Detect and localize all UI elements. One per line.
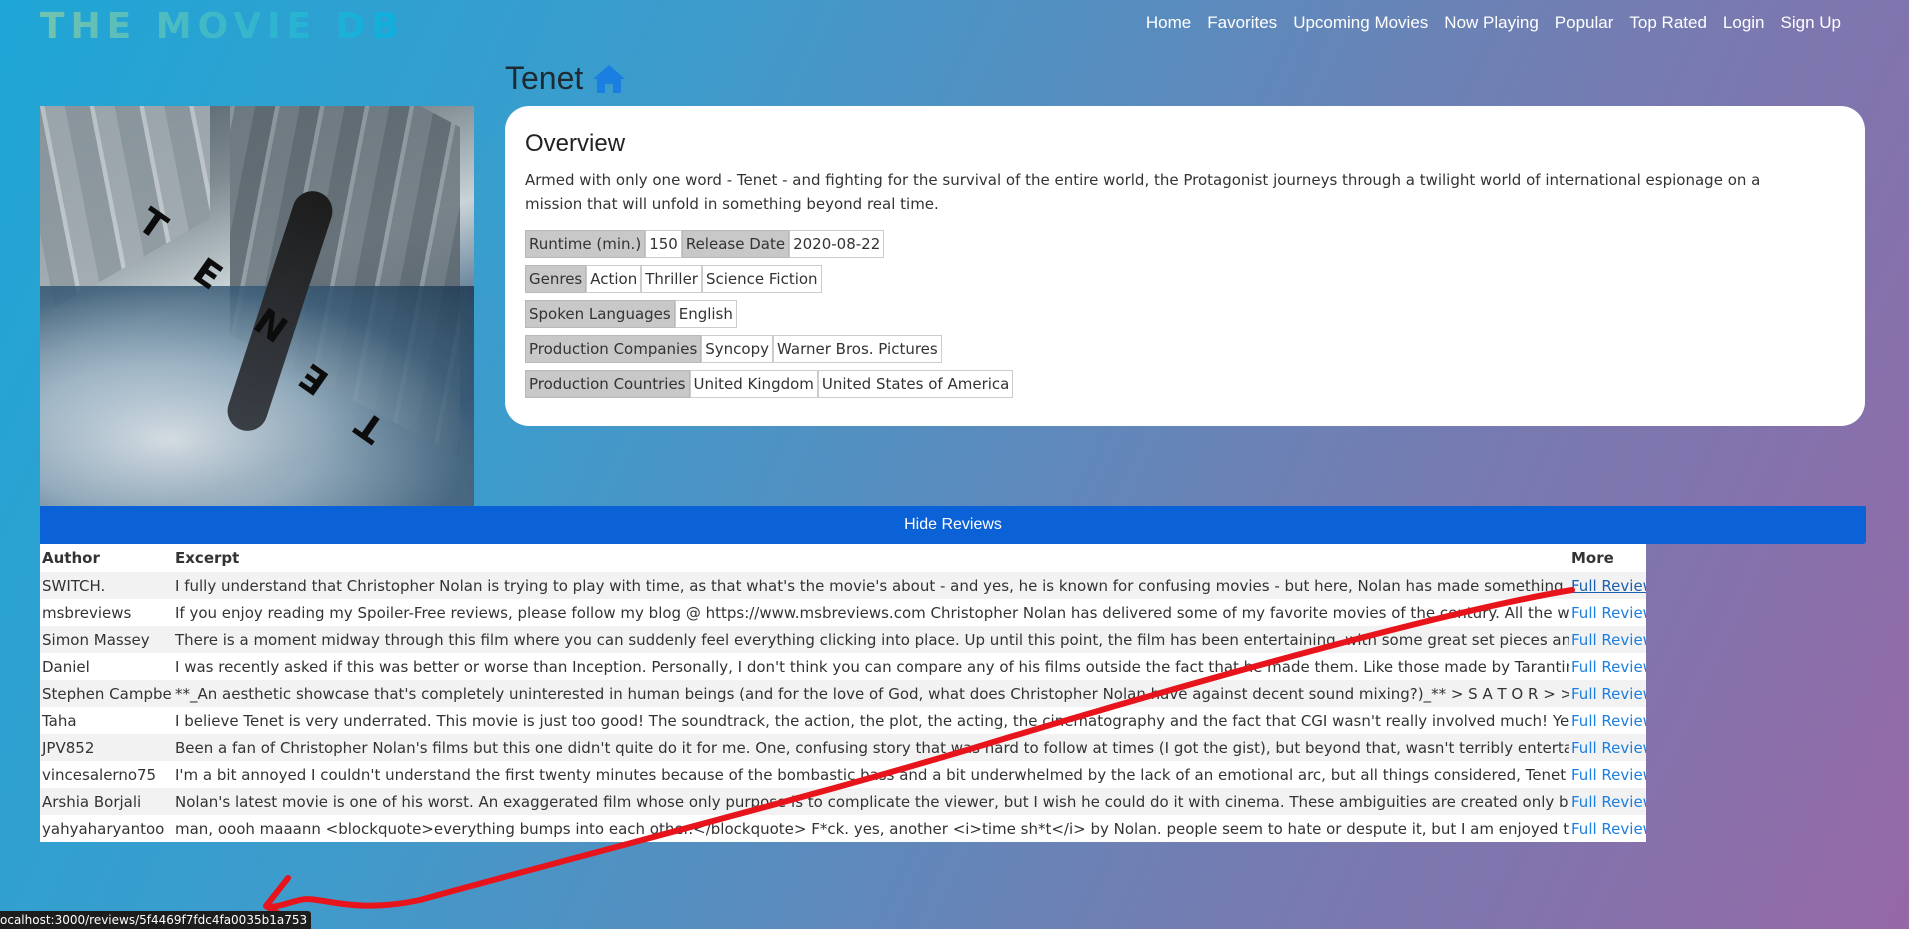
genre-chip: Action <box>586 265 642 293</box>
movie-title: Tenet <box>505 60 584 96</box>
company-chip: Syncopy <box>701 335 774 363</box>
table-row: SWITCH. I fully understand that Christoph… <box>40 572 1646 599</box>
review-author: Arshia Borjali <box>42 792 142 811</box>
nav-upcoming[interactable]: Upcoming Movies <box>1285 13 1436 33</box>
countries-row: Production Countries United Kingdom Unit… <box>525 370 1845 398</box>
review-author: Simon Massey <box>42 630 150 649</box>
full-review-link[interactable]: Full Review <box>1571 658 1646 676</box>
excerpt-header: Excerpt <box>175 549 240 567</box>
overview-heading: Overview <box>525 130 626 157</box>
table-row: Taha I believe Tenet is very underrated. … <box>40 707 1646 734</box>
genre-chip: Science Fiction <box>701 265 822 293</box>
release-value: 2020-08-22 <box>789 230 885 258</box>
review-excerpt: Been a fan of Christopher Nolan's films … <box>175 738 1569 757</box>
full-review-link[interactable]: Full Review <box>1571 712 1646 730</box>
reviews-header-row: Author Excerpt More <box>40 544 1646 572</box>
table-row: yahyaharyantoo man, oooh maaann <blockquo… <box>40 815 1646 842</box>
languages-label: Spoken Languages <box>525 300 675 328</box>
nav-top-rated[interactable]: Top Rated <box>1621 13 1715 33</box>
genres-label: Genres <box>525 265 587 293</box>
review-excerpt: Nolan's latest movie is one of his worst… <box>175 792 1569 811</box>
review-author: Taha <box>42 711 77 730</box>
table-row: Daniel I was recently asked if this was b… <box>40 653 1646 680</box>
review-excerpt: **_An aesthetic showcase that's complete… <box>175 684 1569 703</box>
companies-row: Production Companies Syncopy Warner Bros… <box>525 335 1845 363</box>
table-row: Simon Massey There is a moment midway thr… <box>40 626 1646 653</box>
more-header: More <box>1571 549 1614 567</box>
home-icon[interactable] <box>591 63 627 95</box>
countries-label: Production Countries <box>525 370 690 398</box>
nav-home[interactable]: Home <box>1138 13 1199 33</box>
runtime-value: 150 <box>645 230 682 258</box>
review-author: Daniel <box>42 657 90 676</box>
review-author: JPV852 <box>42 738 95 757</box>
runtime-release-row: Runtime (min.) 150 Release Date 2020-08-… <box>525 230 1845 258</box>
nav-now-playing[interactable]: Now Playing <box>1436 13 1547 33</box>
overview-text: Armed with only one word - Tenet - and f… <box>525 171 1761 213</box>
nav-sign-up[interactable]: Sign Up <box>1773 13 1849 33</box>
review-author: msbreviews <box>42 603 132 622</box>
release-label: Release Date <box>681 230 790 258</box>
review-excerpt: I was recently asked if this was better … <box>175 657 1569 676</box>
review-excerpt: I believe Tenet is very underrated. This… <box>175 711 1569 730</box>
full-review-link[interactable]: Full Review <box>1571 685 1646 703</box>
full-review-link[interactable]: Full Review <box>1571 631 1646 649</box>
author-header: Author <box>42 549 100 567</box>
hide-reviews-button[interactable]: Hide Reviews <box>40 506 1866 544</box>
table-row: msbreviews If you enjoy reading my Spoile… <box>40 599 1646 626</box>
reviews-table: Author Excerpt More SWITCH. I fully under… <box>40 544 1646 842</box>
overview-card: Overview Armed with only one word - Tene… <box>505 106 1865 426</box>
country-chip: United Kingdom <box>689 370 818 398</box>
full-review-link[interactable]: Full Review <box>1571 604 1646 622</box>
nav-favorites[interactable]: Favorites <box>1199 13 1285 33</box>
table-row: Arshia Borjali Nolan's latest movie is on… <box>40 788 1646 815</box>
country-chip: United States of America <box>817 370 1014 398</box>
runtime-label: Runtime (min.) <box>525 230 646 258</box>
review-author: vincesalerno75 <box>42 765 157 784</box>
language-chip: English <box>674 300 737 328</box>
full-review-link[interactable]: Full Review <box>1571 793 1646 811</box>
review-excerpt: If you enjoy reading my Spoiler-Free rev… <box>175 603 1569 622</box>
page-title: Tenet <box>505 60 627 97</box>
company-chip: Warner Bros. Pictures <box>773 335 942 363</box>
review-author: yahyaharyantoo <box>42 819 165 838</box>
review-excerpt: There is a moment midway through this fi… <box>175 630 1569 649</box>
genres-row: Genres Action Thriller Science Fiction <box>525 265 1845 293</box>
full-review-link[interactable]: Full Review <box>1571 820 1646 838</box>
languages-row: Spoken Languages English <box>525 300 1845 328</box>
companies-label: Production Companies <box>525 335 702 363</box>
nav-login[interactable]: Login <box>1715 13 1773 33</box>
nav-popular[interactable]: Popular <box>1547 13 1622 33</box>
review-excerpt: man, oooh maaann <blockquote>everything … <box>175 819 1569 838</box>
table-row: vincesalerno75 I'm a bit annoyed I couldn… <box>40 761 1646 788</box>
review-excerpt: I'm a bit annoyed I couldn't understand … <box>175 765 1569 784</box>
review-excerpt: I fully understand that Christopher Nola… <box>175 576 1569 595</box>
genre-chip: Thriller <box>641 265 702 293</box>
review-author: SWITCH. <box>42 576 106 595</box>
table-row: Stephen Campbell **_An aesthetic showcase… <box>40 680 1646 707</box>
table-row: JPV852 Been a fan of Christopher Nolan's … <box>40 734 1646 761</box>
movie-poster: T E N E T <box>40 106 474 506</box>
status-bar-url: ocalhost:3000/reviews/5f4469f7fdc4fa0035… <box>0 911 312 929</box>
site-logo[interactable]: THE MOVIE DB <box>40 6 405 47</box>
review-author: Stephen Campbell <box>42 684 173 703</box>
main-nav: Home Favorites Upcoming Movies Now Playi… <box>1138 13 1849 33</box>
full-review-link[interactable]: Full Review <box>1571 766 1646 784</box>
full-review-link[interactable]: Full Review <box>1571 577 1646 595</box>
full-review-link[interactable]: Full Review <box>1571 739 1646 757</box>
